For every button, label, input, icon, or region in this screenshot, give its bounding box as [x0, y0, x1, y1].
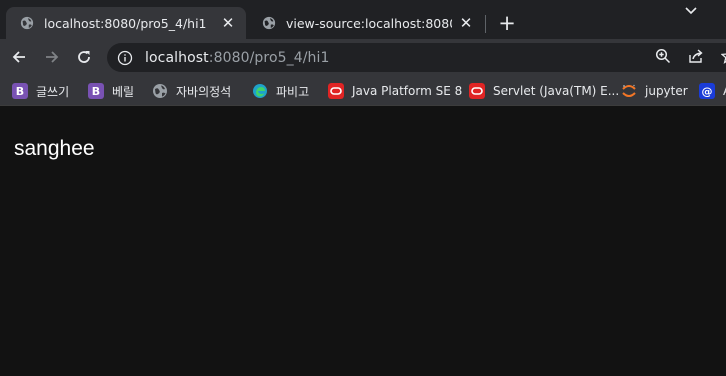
url-path: :8080/pro5_4/hi1	[208, 49, 330, 66]
bootstrap-icon: B	[12, 83, 28, 99]
tab-search-button[interactable]	[681, 2, 701, 20]
close-tab-icon[interactable]: ✕	[220, 14, 236, 32]
bookmark-label: Servlet (Java(TM) E...	[493, 84, 620, 98]
star-icon	[720, 52, 726, 64]
address-bar-actions	[654, 47, 726, 64]
edge-icon	[253, 84, 267, 98]
tab-strip: localhost:8080/pro5_4/hi1 ✕ view-source:…	[0, 0, 726, 39]
jupyter-icon	[622, 84, 636, 97]
bookmark-label: Java Platform SE 8	[352, 84, 463, 98]
bookmark-label: 자바의정석	[176, 84, 232, 99]
reload-icon	[78, 51, 90, 63]
oracle-icon	[469, 83, 485, 99]
bookmark-item[interactable]: B 글쓰기	[12, 80, 69, 102]
zoom-icon	[655, 48, 670, 63]
globe-icon	[262, 16, 276, 30]
page-content: sanghee	[0, 106, 726, 376]
bookmark-label: 베릴	[112, 84, 135, 99]
reload-button[interactable]	[72, 45, 96, 69]
share-icon	[688, 48, 703, 63]
arrow-left-icon	[12, 51, 25, 63]
bookmark-item[interactable]: Servlet (Java(TM) E...	[469, 80, 619, 102]
zoom-button[interactable]	[654, 47, 671, 64]
oracle-icon	[328, 83, 344, 99]
arrow-right-icon	[46, 51, 59, 63]
bookmarks-bar: B 글쓰기 B 베릴 자바의정석 파비고 Java Platform SE 8 …	[0, 76, 726, 106]
info-icon[interactable]	[117, 50, 133, 66]
tab-title: localhost:8080/pro5_4/hi1	[44, 15, 207, 31]
bookmark-label: 파비고	[276, 84, 310, 99]
tab-divider	[485, 15, 486, 33]
forward-button[interactable]	[40, 45, 64, 69]
bookmark-item[interactable]: 파비고	[252, 80, 309, 102]
address-bar[interactable]: localhost:8080/pro5_4/hi1	[107, 43, 726, 72]
close-tab-icon[interactable]: ✕	[458, 14, 474, 32]
at-icon: @	[699, 83, 715, 99]
bookmark-item[interactable]: @ A	[699, 80, 726, 102]
chevron-down-icon	[685, 7, 697, 15]
globe-icon	[20, 16, 34, 30]
bookmark-item[interactable]: Java Platform SE 8	[328, 80, 462, 102]
bootstrap-icon: B	[88, 83, 104, 99]
tab-hi1[interactable]: localhost:8080/pro5_4/hi1 ✕	[6, 7, 246, 39]
bookmark-item[interactable]: B 베릴	[88, 80, 134, 102]
toolbar: localhost:8080/pro5_4/hi1	[0, 39, 726, 76]
bookmark-star-button[interactable]	[720, 47, 726, 64]
tab-view-source[interactable]: view-source:localhost:8080/pro5_4/hi1 ✕	[248, 7, 484, 39]
share-button[interactable]	[687, 47, 704, 64]
new-tab-button[interactable]: +	[496, 11, 518, 35]
url-host: localhost	[145, 49, 209, 66]
bookmark-item[interactable]: jupyter	[621, 80, 688, 102]
tab-title: view-source:localhost:8080/pro5_4/hi1	[286, 15, 452, 31]
page-text: sanghee	[14, 137, 95, 160]
globe-icon	[153, 84, 167, 98]
bookmark-item[interactable]: 자바의정석	[152, 80, 231, 102]
back-button[interactable]	[7, 45, 31, 69]
url-text[interactable]: localhost:8080/pro5_4/hi1	[145, 50, 330, 66]
bookmark-label: 글쓰기	[36, 84, 70, 99]
bookmark-label: jupyter	[645, 84, 688, 98]
